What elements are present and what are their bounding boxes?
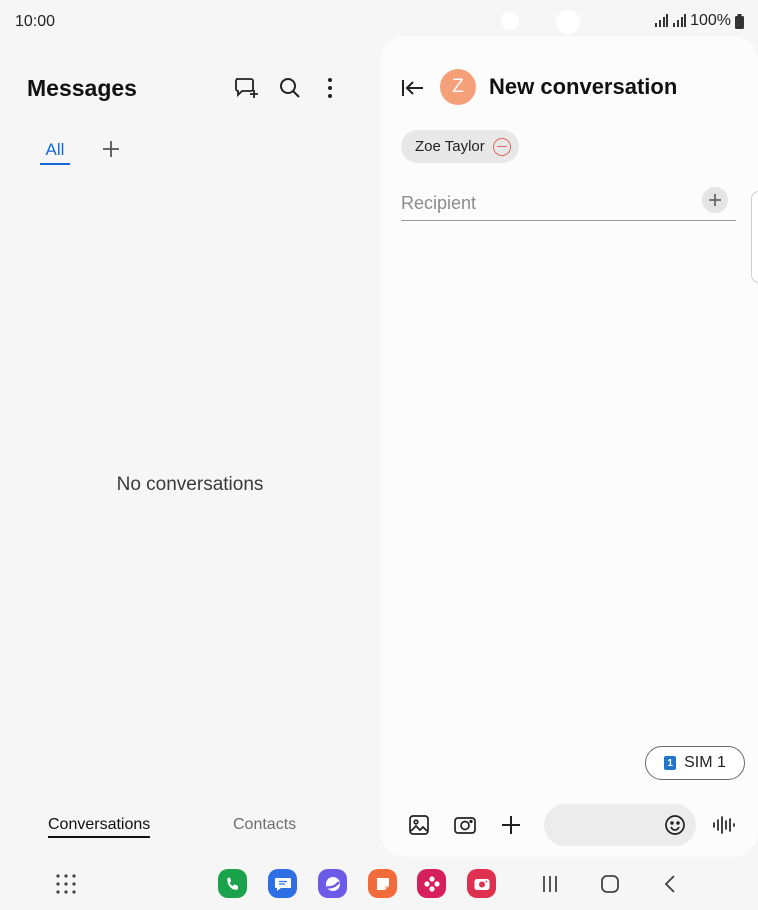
sim-badge: 1 bbox=[664, 756, 677, 770]
phone-app-icon[interactable] bbox=[218, 869, 247, 898]
new-conversation-panel: Z New conversation Zoe Taylor 1 SIM 1 bbox=[380, 36, 758, 857]
collapse-left-icon[interactable] bbox=[400, 76, 428, 100]
search-icon[interactable] bbox=[276, 74, 304, 102]
plus-icon[interactable] bbox=[99, 137, 123, 161]
avatar: Z bbox=[440, 69, 476, 105]
recents-icon[interactable] bbox=[538, 872, 562, 896]
page-title: Messages bbox=[27, 75, 137, 101]
emoji-icon[interactable] bbox=[664, 814, 686, 836]
camera-app-icon[interactable] bbox=[467, 869, 496, 898]
gallery-icon[interactable] bbox=[406, 812, 432, 838]
battery-percentage: 100% bbox=[690, 12, 731, 29]
recipient-chip-label: Zoe Taylor bbox=[415, 138, 485, 155]
sim-label: SIM 1 bbox=[684, 754, 726, 771]
tab-all[interactable]: All bbox=[40, 140, 70, 165]
status-indicators: 100% bbox=[654, 12, 744, 30]
internet-app-icon[interactable] bbox=[318, 869, 347, 898]
plus-icon[interactable] bbox=[498, 812, 524, 838]
navigation-bar bbox=[0, 857, 758, 910]
recipient-input[interactable] bbox=[401, 186, 736, 221]
gallery-app-icon[interactable] bbox=[417, 869, 446, 898]
conversation-title: New conversation bbox=[489, 74, 678, 99]
add-recipient-button[interactable] bbox=[702, 187, 728, 213]
signal-icon bbox=[673, 14, 687, 27]
plus-icon bbox=[709, 194, 721, 206]
messages-pane: Messages All No conversations Conversati… bbox=[0, 42, 380, 857]
app-drawer-icon[interactable] bbox=[54, 872, 78, 896]
status-time: 10:00 bbox=[15, 13, 56, 30]
back-icon[interactable] bbox=[659, 872, 683, 896]
edge-panel-handle[interactable] bbox=[751, 191, 758, 283]
more-vertical-icon[interactable] bbox=[316, 74, 344, 102]
recipient-chip[interactable]: Zoe Taylor bbox=[401, 130, 519, 163]
camera-icon[interactable] bbox=[452, 812, 478, 838]
empty-state-text: No conversations bbox=[116, 474, 264, 495]
camera-cutout bbox=[501, 12, 519, 30]
remove-icon[interactable] bbox=[492, 137, 511, 156]
camera-cutout bbox=[556, 10, 580, 34]
messages-app-icon[interactable] bbox=[268, 869, 297, 898]
signal-icon bbox=[655, 14, 669, 27]
sim-select-button[interactable]: 1 SIM 1 bbox=[645, 746, 745, 780]
new-chat-icon[interactable] bbox=[232, 74, 260, 102]
voice-icon[interactable] bbox=[711, 813, 735, 837]
notes-app-icon[interactable] bbox=[368, 869, 397, 898]
battery-icon bbox=[735, 13, 744, 29]
home-icon[interactable] bbox=[598, 872, 622, 896]
tab-conversations[interactable]: Conversations bbox=[48, 816, 151, 838]
tab-contacts[interactable]: Contacts bbox=[233, 816, 296, 834]
